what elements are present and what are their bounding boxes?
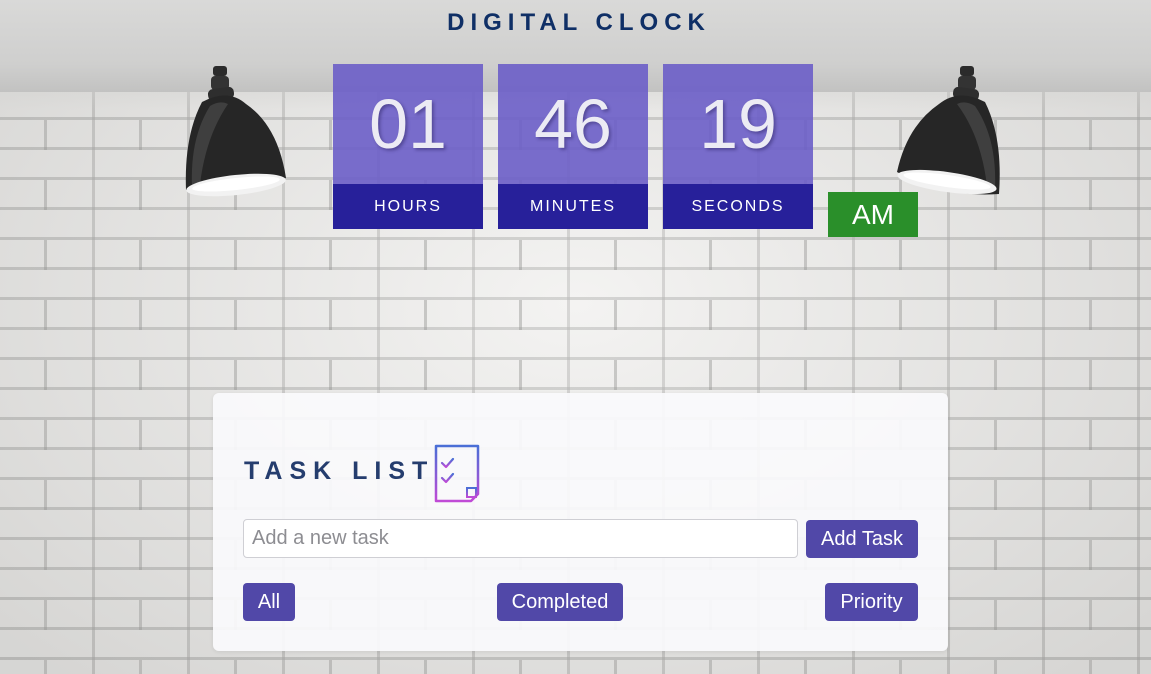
filter-all-button[interactable]: All — [243, 583, 295, 621]
seconds-unit: 19 SECONDS — [663, 64, 813, 229]
seconds-label: SECONDS — [663, 184, 813, 229]
hours-label: HOURS — [333, 184, 483, 229]
seconds-value: 19 — [663, 64, 813, 184]
minutes-value: 46 — [498, 64, 648, 184]
page-title: DIGITAL CLOCK — [447, 9, 711, 36]
task-list-heading: TASK LIST — [244, 457, 435, 485]
task-list-card: TASK LIST Add Task All Completed Priorit… — [213, 393, 948, 651]
period-badge: AM — [828, 192, 918, 237]
new-task-input[interactable] — [243, 519, 798, 558]
filter-priority-button[interactable]: Priority — [825, 583, 918, 621]
pendant-lamp-icon — [185, 66, 286, 197]
checklist-icon — [434, 444, 480, 503]
add-task-button[interactable]: Add Task — [806, 520, 918, 558]
filter-completed-button[interactable]: Completed — [497, 583, 623, 621]
minutes-unit: 46 MINUTES — [498, 64, 648, 229]
hours-unit: 01 HOURS — [333, 64, 483, 229]
hours-value: 01 — [333, 64, 483, 184]
minutes-label: MINUTES — [498, 184, 648, 229]
pendant-lamp-icon — [897, 66, 1000, 195]
